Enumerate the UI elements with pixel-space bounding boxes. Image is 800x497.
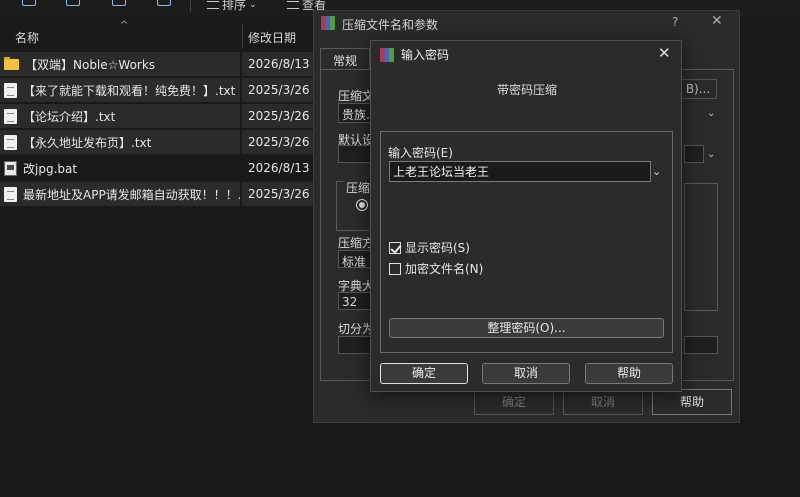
toolbar-divider xyxy=(190,0,191,12)
close-icon[interactable]: ✕ xyxy=(658,44,671,62)
copy-icon[interactable] xyxy=(66,0,80,6)
winrar-icon xyxy=(380,48,394,62)
cancel-button[interactable]: 取消 xyxy=(563,389,643,415)
sort-label: 排序 xyxy=(222,0,247,12)
encrypt-filenames-checkbox[interactable]: 加密文件名(N) xyxy=(389,260,483,277)
archive-name-label: 压缩文 xyxy=(338,89,375,103)
format-radio[interactable] xyxy=(356,199,368,211)
file-name: 【来了就能下载和观看！纯免费！】.txt xyxy=(23,83,236,98)
delete-icon[interactable] xyxy=(157,0,171,6)
checkbox-unchecked-icon xyxy=(389,262,401,275)
text-file-icon xyxy=(4,134,17,150)
update-select[interactable] xyxy=(684,145,704,163)
file-date: 2025/3/26 1 xyxy=(248,187,321,201)
file-date: 2026/8/13 1 xyxy=(248,161,321,175)
chevron-down-icon: ⌄ xyxy=(249,0,257,10)
dictionary-select[interactable]: 32 xyxy=(338,292,372,310)
dialog-title: 压缩文件名和参数 xyxy=(342,18,439,32)
file-date: 2025/3/26 1 xyxy=(248,135,321,149)
cancel-button[interactable]: 取消 xyxy=(482,363,570,384)
split-select[interactable] xyxy=(338,336,372,354)
file-name: 改jpg.bat xyxy=(23,161,78,176)
options-group xyxy=(684,183,718,311)
sort-button[interactable]: 排序 ⌄ xyxy=(207,0,257,13)
file-name: 最新地址及APP请发邮箱自动获取！！！.... xyxy=(23,187,240,202)
sort-icon xyxy=(207,0,219,9)
file-name: 【双端】Noble☆Works xyxy=(25,57,156,72)
browse-button[interactable]: B)... xyxy=(679,79,717,99)
text-file-icon xyxy=(4,82,17,98)
password-input[interactable] xyxy=(389,161,651,182)
file-name: 【论坛介绍】.txt xyxy=(23,109,116,124)
enter-password-dialog: 输入密码 ✕ 带密码压缩 输入密码(E) ⌄ 显示密码(S) 加密文件名(N) … xyxy=(370,40,682,392)
chevron-down-icon[interactable]: ⌄ xyxy=(707,108,715,119)
file-name: 【永久地址发布页】.txt xyxy=(23,135,152,150)
text-file-icon xyxy=(4,186,17,202)
view-pane-icon[interactable] xyxy=(22,0,36,6)
dialog-title: 输入密码 xyxy=(401,48,450,62)
folder-icon xyxy=(4,56,19,70)
method-select[interactable]: 标准 xyxy=(338,250,372,268)
show-password-checkbox[interactable]: 显示密码(S) xyxy=(389,239,470,256)
chevron-down-icon[interactable]: ⌄ xyxy=(652,165,661,178)
profile-select[interactable] xyxy=(338,145,372,163)
batch-file-icon xyxy=(4,160,17,176)
method-label: 压缩方 xyxy=(338,236,375,250)
dialog-heading: 带密码压缩 xyxy=(496,83,557,97)
winrar-icon xyxy=(321,16,335,30)
file-date: 2025/3/26 1 xyxy=(248,83,321,97)
help-icon[interactable]: ? xyxy=(672,15,678,29)
share-icon[interactable] xyxy=(112,0,126,6)
split-label: 切分为 xyxy=(338,322,375,336)
help-button[interactable]: 帮助 xyxy=(585,363,673,384)
password-label: 输入密码(E) xyxy=(388,146,453,160)
text-file-icon xyxy=(4,108,17,124)
organize-passwords-button[interactable]: 整理密码(O)... xyxy=(389,318,664,338)
password-set-button[interactable] xyxy=(684,336,718,354)
column-divider[interactable] xyxy=(242,24,243,48)
tab-general[interactable]: 常规 xyxy=(320,48,370,70)
sort-ascending-icon: ^ xyxy=(120,20,129,31)
chevron-down-icon[interactable]: ⌄ xyxy=(707,149,715,160)
archive-name-input[interactable]: 贵族.r xyxy=(338,103,372,123)
help-button[interactable]: 帮助 xyxy=(652,389,732,415)
ok-button[interactable]: 确定 xyxy=(474,389,554,415)
view-icon xyxy=(287,0,299,9)
column-date[interactable]: 修改日期 xyxy=(248,29,296,46)
file-date: 2026/8/13 9 xyxy=(248,57,321,71)
checkbox-checked-icon xyxy=(389,241,401,254)
file-date: 2025/3/26 1 xyxy=(248,109,321,123)
close-icon[interactable]: ✕ xyxy=(711,13,723,29)
show-password-label: 显示密码(S) xyxy=(405,241,470,255)
ok-button[interactable]: 确定 xyxy=(380,363,468,384)
column-name[interactable]: 名称 xyxy=(15,29,39,46)
encrypt-filenames-label: 加密文件名(N) xyxy=(405,262,484,276)
